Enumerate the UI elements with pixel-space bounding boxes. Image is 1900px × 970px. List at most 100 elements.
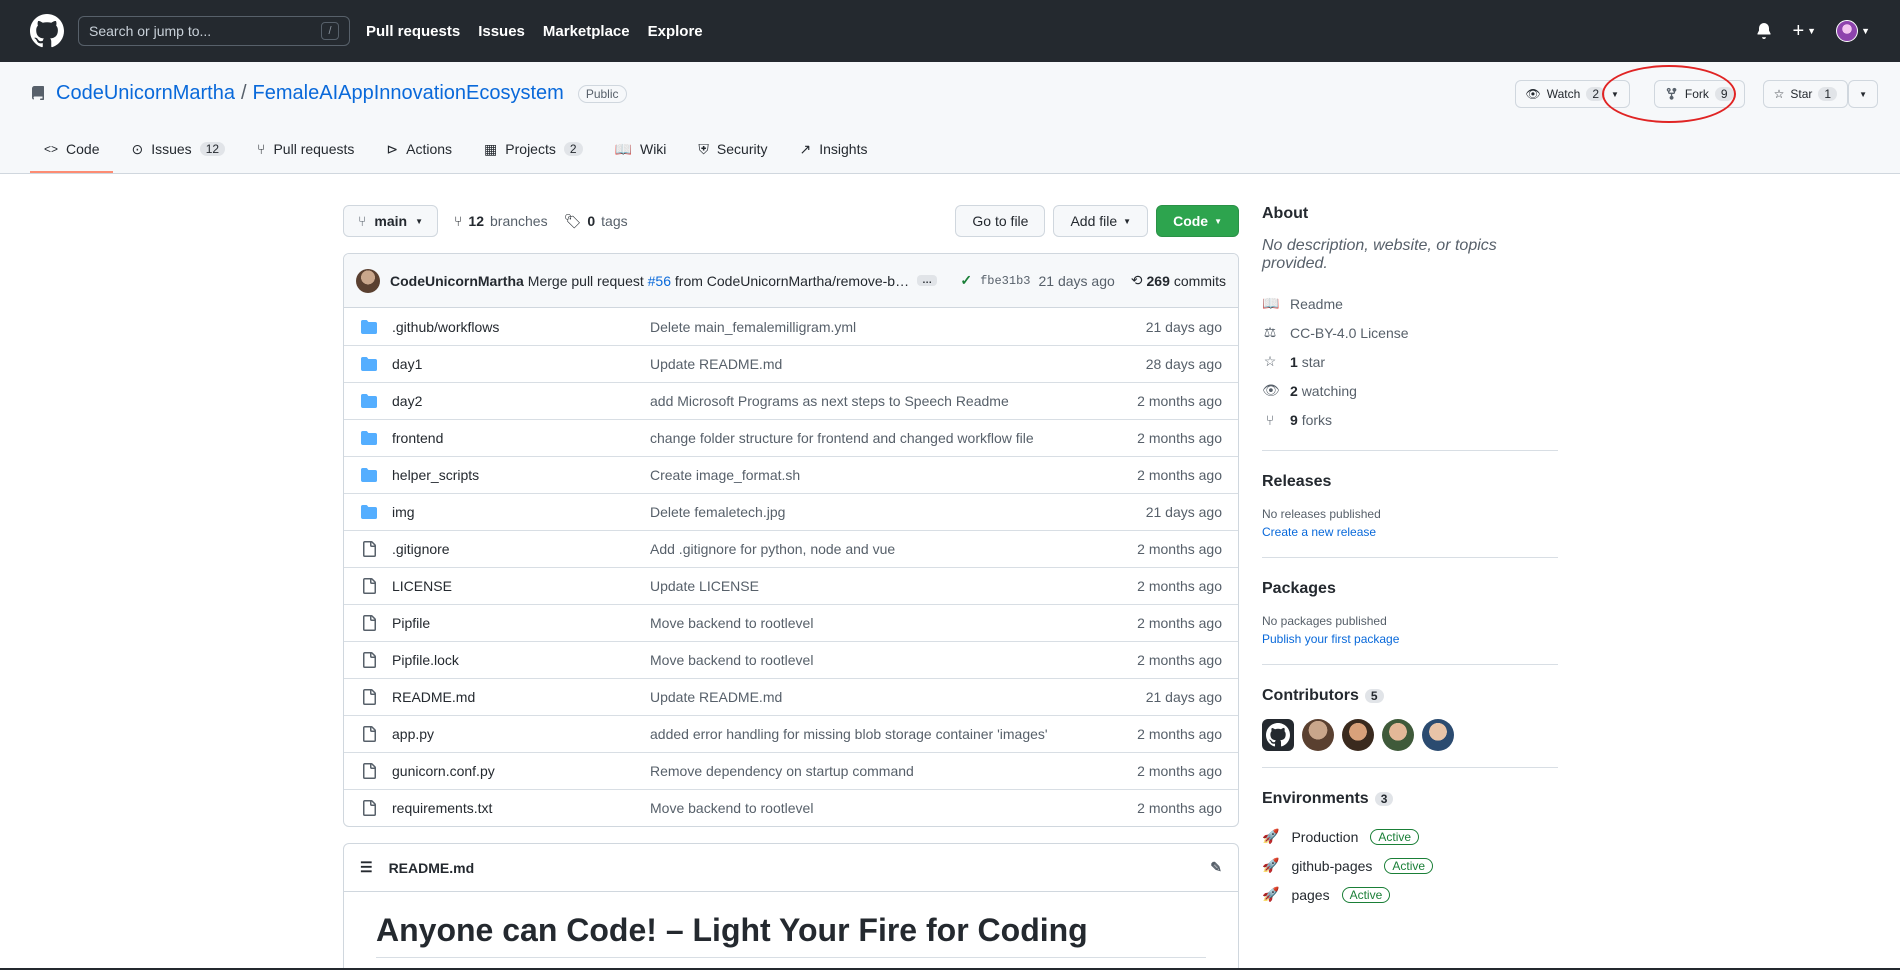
file-name[interactable]: README.md <box>392 689 650 705</box>
repo-owner-link[interactable]: CodeUnicornMartha <box>56 82 235 105</box>
file-commit-message[interactable]: change folder structure for frontend and… <box>650 430 1102 446</box>
file-commit-message[interactable]: Update README.md <box>650 689 1102 705</box>
nav-issues[interactable]: Issues <box>478 23 525 40</box>
caret-down-icon: ▼ <box>1807 26 1817 36</box>
file-name[interactable]: day1 <box>392 356 650 372</box>
expand-commit-button[interactable]: … <box>917 275 938 286</box>
file-commit-message[interactable]: Move backend to rootlevel <box>650 800 1102 816</box>
tab-insights[interactable]: ↗ Insights <box>786 127 882 173</box>
file-commit-message[interactable]: Delete femaletech.jpg <box>650 504 1102 520</box>
add-file-button[interactable]: Add file ▼ <box>1053 205 1149 237</box>
file-row[interactable]: app.py added error handling for missing b… <box>344 715 1238 752</box>
bell-icon[interactable] <box>1756 23 1772 39</box>
commit-author-avatar[interactable] <box>356 268 380 293</box>
commit-pr-link[interactable]: #56 <box>648 273 671 289</box>
create-release-link[interactable]: Create a new release <box>1262 525 1376 539</box>
contributor-avatar[interactable] <box>1262 719 1294 751</box>
edit-pencil-icon[interactable]: ✎ <box>1210 859 1222 876</box>
tab-wiki[interactable]: 📖 Wiki <box>601 127 681 173</box>
environment-item[interactable]: 🚀 Production Active <box>1262 822 1558 851</box>
star-button[interactable]: ☆ Star 1 <box>1762 80 1849 108</box>
tab-pull-requests[interactable]: ⑂ Pull requests <box>243 127 368 173</box>
star-list-dropdown[interactable]: ▼ <box>1848 80 1878 108</box>
file-row[interactable]: LICENSE Update LICENSE 2 months ago <box>344 567 1238 604</box>
file-commit-message[interactable]: Create image_format.sh <box>650 467 1102 483</box>
nav-pull-requests[interactable]: Pull requests <box>366 23 460 40</box>
file-commit-message[interactable]: Move backend to rootlevel <box>650 615 1102 631</box>
file-row[interactable]: README.md Update README.md 21 days ago <box>344 678 1238 715</box>
forks-link[interactable]: ⑂ 9 forks <box>1262 405 1558 434</box>
contributors-heading[interactable]: Contributors 5 <box>1262 687 1558 705</box>
tab-issues[interactable]: ⊙ Issues 12 <box>117 127 239 173</box>
file-row[interactable]: gunicorn.conf.py Remove dependency on sta… <box>344 752 1238 789</box>
contributor-avatar[interactable] <box>1422 719 1454 751</box>
watching-link[interactable]: 👁 2 watching <box>1262 376 1558 405</box>
file-name[interactable]: .gitignore <box>392 541 650 557</box>
license-link[interactable]: ⚖ CC-BY-4.0 License <box>1262 318 1558 347</box>
tags-link[interactable]: 🏷 0 tags <box>564 213 628 230</box>
stars-link[interactable]: ☆ 1 star <box>1262 347 1558 376</box>
file-row[interactable]: helper_scripts Create image_format.sh 2 mo… <box>344 456 1238 493</box>
environment-item[interactable]: 🚀 pages Active <box>1262 880 1558 909</box>
create-new-dropdown[interactable]: + ▼ <box>1792 21 1816 41</box>
file-name[interactable]: helper_scripts <box>392 467 650 483</box>
file-commit-message[interactable]: Delete main_femalemilligram.yml <box>650 319 1102 335</box>
file-name[interactable]: .github/workflows <box>392 319 650 335</box>
file-name[interactable]: frontend <box>392 430 650 446</box>
file-commit-message[interactable]: Add .gitignore for python, node and vue <box>650 541 1102 557</box>
environment-item[interactable]: 🚀 github-pages Active <box>1262 851 1558 880</box>
file-name[interactable]: gunicorn.conf.py <box>392 763 650 779</box>
file-commit-message[interactable]: Remove dependency on startup command <box>650 763 1102 779</box>
file-name[interactable]: requirements.txt <box>392 800 650 816</box>
contributor-avatar[interactable] <box>1382 719 1414 751</box>
file-commit-message[interactable]: Move backend to rootlevel <box>650 652 1102 668</box>
file-name[interactable]: Pipfile.lock <box>392 652 650 668</box>
file-name[interactable]: app.py <box>392 726 650 742</box>
list-icon[interactable]: ☰ <box>360 859 373 876</box>
contributor-avatar[interactable] <box>1342 719 1374 751</box>
search-input[interactable]: Search or jump to... / <box>78 16 350 46</box>
github-logo-icon[interactable] <box>30 14 64 48</box>
file-row[interactable]: .github/workflows Delete main_femalemilli… <box>344 308 1238 345</box>
tab-security[interactable]: ⛨ Security <box>684 127 781 173</box>
file-row[interactable]: frontend change folder structure for fron… <box>344 419 1238 456</box>
file-commit-message[interactable]: Update LICENSE <box>650 578 1102 594</box>
file-name[interactable]: LICENSE <box>392 578 650 594</box>
file-row[interactable]: requirements.txt Move backend to rootleve… <box>344 789 1238 826</box>
file-commit-message[interactable]: Update README.md <box>650 356 1102 372</box>
environments-heading[interactable]: Environments 3 <box>1262 790 1558 808</box>
publish-package-link[interactable]: Publish your first package <box>1262 632 1399 646</box>
check-icon[interactable]: ✓ <box>960 272 972 289</box>
branch-selector[interactable]: ⑂ main ▼ <box>343 205 439 237</box>
file-row[interactable]: .gitignore Add .gitignore for python, nod… <box>344 530 1238 567</box>
file-commit-message[interactable]: added error handling for missing blob st… <box>650 726 1102 742</box>
branches-link[interactable]: ⑂ 12 branches <box>454 213 548 229</box>
contributor-avatar[interactable] <box>1302 719 1334 751</box>
file-name[interactable]: Pipfile <box>392 615 650 631</box>
repo-name-link[interactable]: FemaleAIAppInnovationEcosystem <box>253 82 564 105</box>
file-row[interactable]: Pipfile Move backend to rootlevel 2 months… <box>344 604 1238 641</box>
file-row[interactable]: Pipfile.lock Move backend to rootlevel 2 m… <box>344 641 1238 678</box>
file-age: 2 months ago <box>1137 467 1222 483</box>
readme-link[interactable]: 📖 Readme <box>1262 289 1558 318</box>
tab-code[interactable]: <> Code <box>30 127 114 173</box>
commits-link[interactable]: ⟲ 269 commits <box>1131 272 1226 289</box>
nav-marketplace[interactable]: Marketplace <box>543 23 630 40</box>
releases-heading[interactable]: Releases <box>1262 473 1558 491</box>
file-row[interactable]: day1 Update README.md 28 days ago <box>344 345 1238 382</box>
file-row[interactable]: img Delete femaletech.jpg 21 days ago <box>344 493 1238 530</box>
commit-author[interactable]: CodeUnicornMartha <box>390 273 524 289</box>
go-to-file-button[interactable]: Go to file <box>955 205 1046 237</box>
file-commit-message[interactable]: add Microsoft Programs as next steps to … <box>650 393 1102 409</box>
nav-explore[interactable]: Explore <box>648 23 703 40</box>
file-name[interactable]: img <box>392 504 650 520</box>
code-button[interactable]: Code ▼ <box>1156 205 1239 237</box>
tab-actions[interactable]: ⊳ Actions <box>372 127 466 173</box>
caret-down-icon: ▼ <box>1861 26 1870 36</box>
user-menu[interactable]: ▼ <box>1836 20 1870 42</box>
commit-sha[interactable]: fbe31b3 <box>980 274 1030 288</box>
packages-heading[interactable]: Packages <box>1262 580 1558 598</box>
tab-projects[interactable]: ▦ Projects 2 <box>470 127 597 173</box>
file-row[interactable]: day2 add Microsoft Programs as next steps… <box>344 382 1238 419</box>
file-name[interactable]: day2 <box>392 393 650 409</box>
